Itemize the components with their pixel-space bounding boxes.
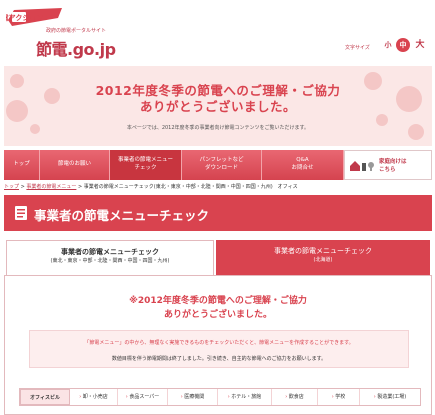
site-title[interactable]: 節電.go.jp	[36, 36, 116, 60]
tab-tohoku-kyushu[interactable]: 事業者の節電メニューチェック (東北・東京・中部・北陸・関西・中国・四国・九州)	[6, 240, 214, 276]
category-tabs: オフィスビル › 卸・小売店 › 食品スーパー › 医療機関 › ホテル・旅館 …	[19, 388, 421, 406]
category-factory[interactable]: › 製造業(工場)	[360, 389, 420, 405]
nav-item-menu-check[interactable]: 事業者の節電メニュー チェック	[110, 150, 182, 180]
content-panel: ※2012年度冬季の節電へのご理解・ご協力 ありがとうございました。 「節電メニ…	[4, 275, 432, 415]
nav-item-top[interactable]: トップ	[4, 150, 40, 180]
setsuden-action-flag-logo[interactable]: 節電アクション	[6, 6, 64, 28]
category-label: 学校	[335, 394, 346, 400]
checklist-icon	[15, 206, 27, 220]
notice-line2: ありがとうございました。	[163, 310, 272, 320]
category-medical[interactable]: › 医療機関	[168, 389, 218, 405]
badge-kanji: 節電アクション	[6, 13, 43, 22]
category-retail[interactable]: › 卸・小売店	[70, 389, 118, 405]
category-school[interactable]: › 学校	[318, 389, 360, 405]
tab-subtitle: (北海道)	[313, 256, 333, 263]
home-users-label: 家庭向けは こちら	[379, 159, 407, 173]
font-size-small-button[interactable]: 小	[381, 38, 395, 52]
house-icon	[350, 161, 374, 171]
home-users-link[interactable]: 家庭向けは こちら	[344, 150, 432, 180]
category-label: 卸・小売店	[82, 394, 108, 400]
info-line1: 「節電メニュー」の中から、無理なく実施できるものをチェックいただくと、節電メニュ…	[84, 340, 354, 346]
category-label: 食品スーパー	[129, 394, 160, 400]
nav-item-request[interactable]: 節電のお願い	[40, 150, 110, 180]
hero-banner: 2012年度冬季の節電へのご理解・ご協力 ありがとうございました。 本ページでは…	[4, 66, 432, 146]
nav-item-download[interactable]: パンフレットなど ダウンロード	[182, 150, 262, 180]
font-size-medium-button[interactable]: 中	[396, 38, 410, 52]
tab-title: 事業者の節電メニューチェック	[61, 248, 159, 256]
site-header: 節電アクション 政府の節電ポータルサイト 節電.go.jp 文字サイズ 小 中 …	[0, 0, 435, 64]
category-label: 飲食店	[288, 394, 304, 400]
info-line2: 数値目標を伴う節電期間は終了しました。引き続き、自主的な節電へのご協力をお願いし…	[111, 356, 327, 362]
category-label: 製造業(工場)	[377, 394, 407, 400]
category-label: 医療機関	[184, 394, 205, 400]
info-box: 「節電メニュー」の中から、無理なく実施できるものをチェックいただくと、節電メニュ…	[29, 330, 409, 368]
breadcrumb-current: 事業者の節電メニューチェック(東北・東京・中部・北陸・関西・中国・四国・九州) …	[83, 184, 298, 190]
breadcrumb-home[interactable]: トップ	[4, 184, 19, 190]
category-hotel[interactable]: › ホテル・旅館	[218, 389, 272, 405]
tab-hokkaido[interactable]: 事業者の節電メニューチェック (北海道)	[216, 240, 430, 276]
banner-note: 本ページでは、2012年度冬季の事業者向け節電コンテンツをご覧いただけます。	[126, 125, 310, 131]
site-tagline: 政府の節電ポータルサイト	[46, 28, 107, 34]
category-restaurant[interactable]: › 飲食店	[272, 389, 318, 405]
tab-subtitle: (東北・東京・中部・北陸・関西・中国・四国・九州)	[50, 257, 170, 264]
font-size-label: 文字サイズ	[345, 45, 370, 51]
tab-title: 事業者の節電メニューチェック	[274, 247, 372, 255]
breadcrumb: トップ > 事業者の節電メニュー > 事業者の節電メニューチェック(東北・東京・…	[4, 183, 298, 190]
nav-item-qa[interactable]: Q&A お問合せ	[262, 150, 344, 180]
banner-title-line2: ありがとうございました。	[139, 99, 296, 114]
global-nav: トップ 節電のお願い 事業者の節電メニュー チェック パンフレットなど ダウンロ…	[4, 150, 432, 180]
breadcrumb-parent[interactable]: 事業者の節電メニュー	[26, 184, 76, 190]
category-office[interactable]: オフィスビル	[20, 389, 70, 405]
category-supermarket[interactable]: › 食品スーパー	[118, 389, 168, 405]
page-title-bar: 事業者の節電メニューチェック	[4, 195, 432, 231]
page-title: 事業者の節電メニューチェック	[34, 208, 210, 223]
category-label: ホテル・旅館	[231, 394, 262, 400]
font-size-large-button[interactable]: 大	[413, 38, 427, 52]
notice-line1: ※2012年度冬季の節電へのご理解・ご協力	[129, 296, 307, 306]
